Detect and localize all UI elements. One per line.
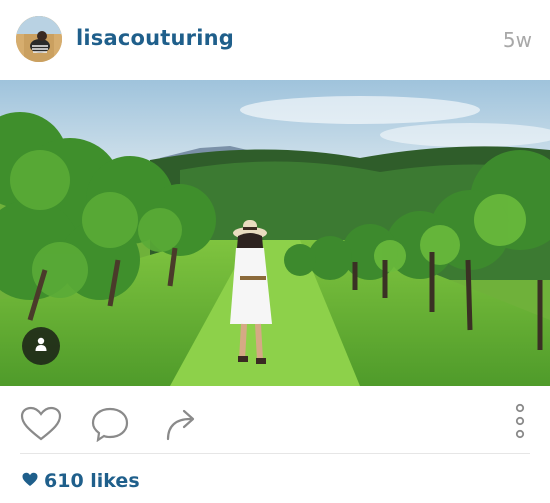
post-photo[interactable]	[0, 80, 550, 386]
share-button[interactable]	[164, 406, 200, 446]
avatar[interactable]	[16, 16, 62, 62]
comment-bubble-icon	[90, 407, 130, 446]
person-icon	[33, 336, 49, 356]
post-actions	[0, 386, 550, 456]
vertical-dots-icon	[510, 403, 530, 446]
likes-count[interactable]: 610 likes	[22, 470, 140, 492]
heart-filled-icon	[22, 472, 38, 491]
post-header: lisacouturing 5w	[0, 0, 550, 80]
heart-outline-icon	[20, 406, 62, 446]
username[interactable]: lisacouturing	[76, 26, 234, 50]
share-arrow-icon	[164, 409, 200, 446]
divider	[20, 453, 530, 454]
comment-button[interactable]	[90, 406, 130, 446]
post-age: 5w	[502, 28, 532, 52]
likes-label: 610 likes	[44, 470, 140, 492]
like-button[interactable]	[20, 406, 62, 446]
more-options-button[interactable]	[510, 402, 530, 446]
tagged-people-button[interactable]	[22, 327, 60, 365]
